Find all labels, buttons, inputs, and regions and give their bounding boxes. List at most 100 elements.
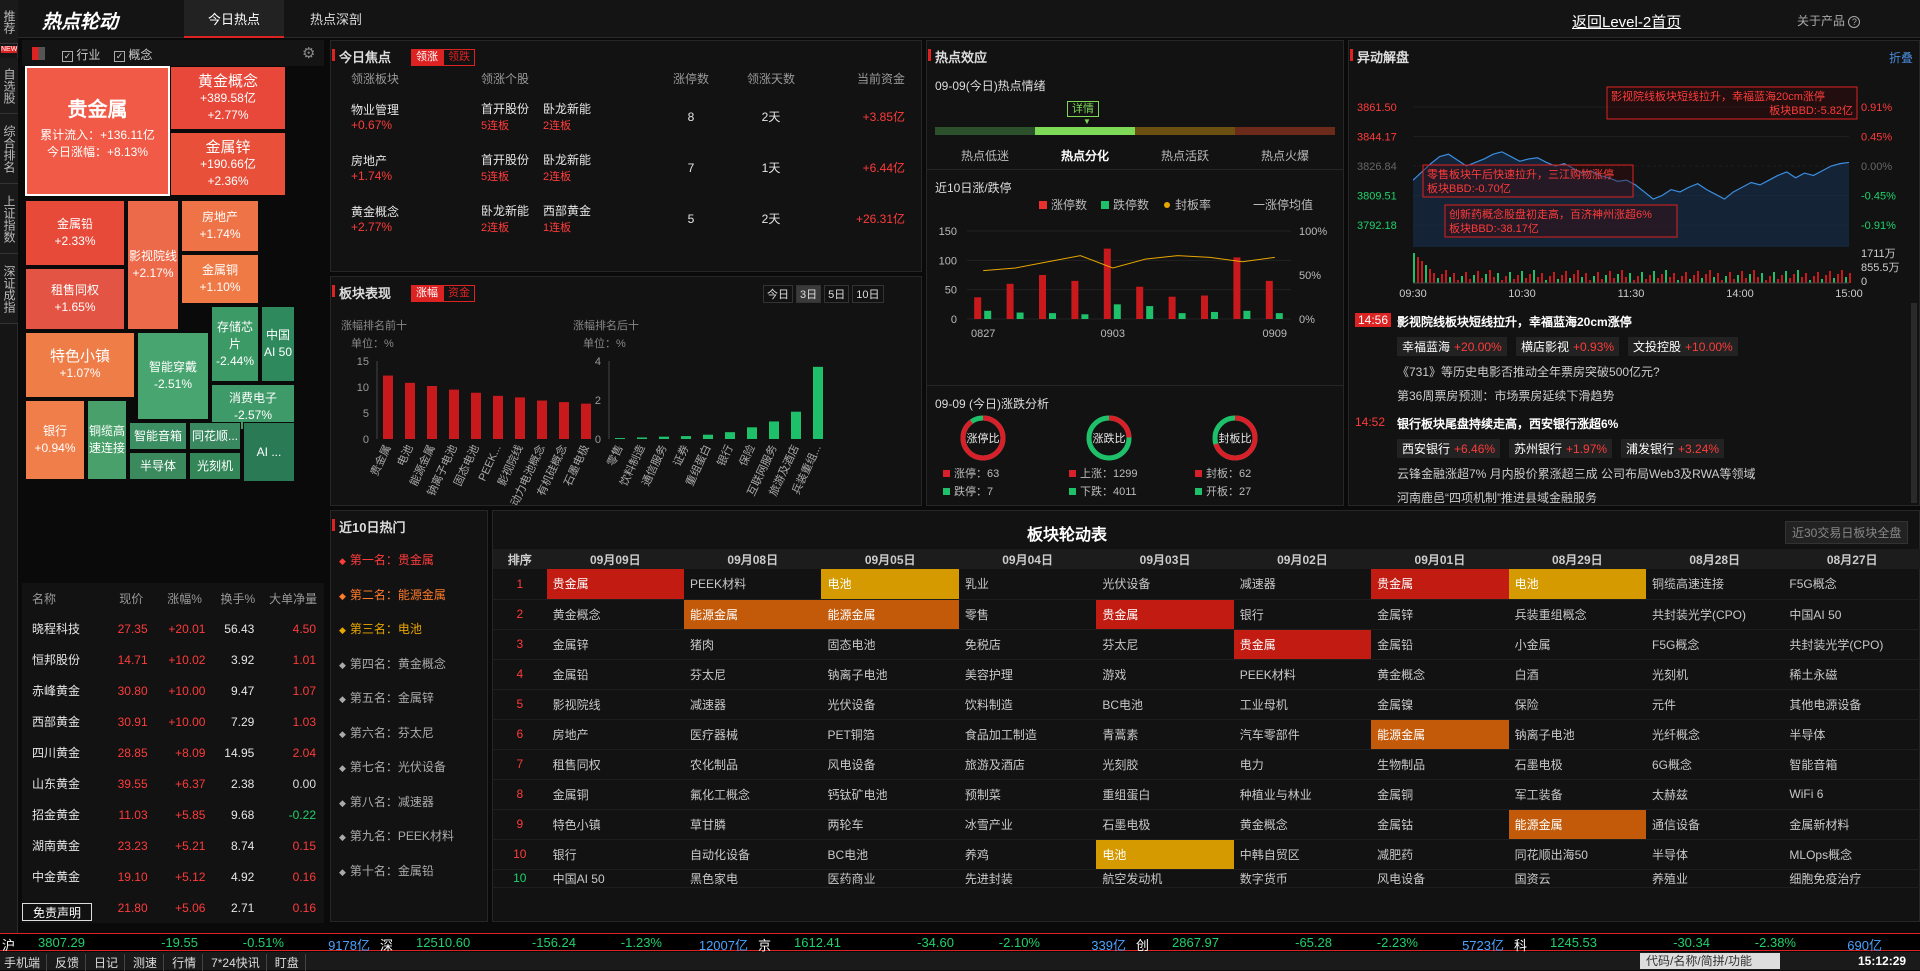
detail-button[interactable]: 详情 xyxy=(1067,101,1099,117)
news-stock-chip[interactable]: 苏州银行 +1.97% xyxy=(1509,439,1613,458)
left-bar[interactable] xyxy=(449,389,459,439)
rotation-cell[interactable]: 半导体 xyxy=(1783,719,1920,750)
rotation-cell[interactable]: 电池 xyxy=(1096,839,1234,870)
news-line[interactable]: 河南鹿邑“四项机制”推进县域金融服务 xyxy=(1397,489,1597,505)
limit-up-bar[interactable] xyxy=(1071,280,1079,319)
industry-checkbox[interactable]: ✓ 行业 xyxy=(62,46,100,63)
limit-up-bar[interactable] xyxy=(1233,257,1241,319)
left-bar[interactable] xyxy=(471,392,481,439)
rotation-cell[interactable]: 养殖业 xyxy=(1646,869,1784,888)
rotation-cell[interactable]: 氟化工概念 xyxy=(684,779,822,810)
rotation-cell[interactable]: 贵金属 xyxy=(1096,599,1234,630)
rotation-cell[interactable]: 农化制品 xyxy=(684,749,822,780)
rotation-cell[interactable]: 金属铜 xyxy=(1371,779,1509,810)
rotation-cell[interactable]: 免税店 xyxy=(958,629,1097,660)
ratio-ring[interactable]: 涨停比 涨停：63 跌停：7 xyxy=(943,411,1063,505)
limit-down-bar[interactable] xyxy=(1146,306,1154,319)
rotation-cell[interactable]: 航空发动机 xyxy=(1096,869,1234,888)
limit-down-bar[interactable] xyxy=(1275,313,1283,319)
rotation-30d-button[interactable]: 近30交易日板块全盘 xyxy=(1785,521,1909,544)
treemap-tile[interactable]: 黄金概念 +389.58亿 +2.77% xyxy=(170,66,286,130)
limit-down-bar[interactable] xyxy=(1049,313,1056,319)
left-bar[interactable] xyxy=(405,382,415,439)
treemap-tile[interactable]: 光刻机 xyxy=(189,452,241,480)
rotation-cell[interactable]: 光刻机 xyxy=(1646,659,1784,690)
treemap-tile[interactable]: 特色小镇 +1.07% xyxy=(25,332,135,398)
rotation-cell[interactable]: 生物制品 xyxy=(1371,749,1509,780)
stock-row[interactable]: 赤峰黄金 30.80 +10.00 9.47 1.07 xyxy=(22,675,324,706)
rotation-cell[interactable]: 金属锌 xyxy=(1371,599,1509,630)
news-stock-chip[interactable]: 横店影视 +0.93% xyxy=(1516,337,1620,356)
rotation-cell[interactable]: 工业母机 xyxy=(1233,689,1372,720)
hot10-item[interactable]: ◆ 第九名：PEEK材料 xyxy=(339,827,487,862)
rotation-cell[interactable]: 电力 xyxy=(1233,749,1372,780)
rotation-cell[interactable]: MLOps概念 xyxy=(1783,839,1920,870)
stock-row[interactable]: 湖南黄金 23.23 +5.21 8.74 0.15 xyxy=(22,830,324,861)
rotation-cell[interactable]: 电池 xyxy=(1508,569,1646,600)
hot10-item[interactable]: ◆ 第六名：芬太尼 xyxy=(339,724,487,759)
status-item[interactable]: 手机端 xyxy=(4,954,48,971)
focus-stock[interactable]: 卧龙新能 2连板 xyxy=(481,202,539,235)
rotation-cell[interactable]: 中韩自贸区 xyxy=(1233,839,1372,870)
tab-hot-deep[interactable]: 热点深剖 xyxy=(296,0,376,38)
stock-row[interactable]: 西部黄金 30.91 +10.00 7.29 1.03 xyxy=(22,706,324,737)
news-line[interactable]: 云锋金融涨超7% 月内股价累涨超三成 公司布局Web3及RWA等领域 xyxy=(1397,465,1755,482)
rotation-cell[interactable]: 草甘膦 xyxy=(684,809,822,840)
rotation-cell[interactable]: 数字货币 xyxy=(1233,869,1372,888)
rotation-cell[interactable]: 石墨电极 xyxy=(1096,809,1234,840)
rotation-cell[interactable]: 减肥药 xyxy=(1371,839,1509,870)
limit-up-bar[interactable] xyxy=(1039,275,1046,319)
tab-gain[interactable]: 涨幅 xyxy=(411,285,443,302)
rotation-cell[interactable]: 稀土永磁 xyxy=(1783,659,1920,690)
limit-up-bar[interactable] xyxy=(1265,280,1273,319)
rotation-cell[interactable]: 光伏设备 xyxy=(1096,569,1234,600)
rotation-cell[interactable]: 影视院线 xyxy=(546,689,685,720)
rotation-cell[interactable]: 种植业与林业 xyxy=(1233,779,1372,810)
left-bar[interactable] xyxy=(383,375,393,439)
sidetab-watchlist[interactable]: 自选股 xyxy=(0,58,18,114)
disclaimer-button[interactable]: 免责声明 xyxy=(22,903,92,921)
rotation-cell[interactable]: 6G概念 xyxy=(1646,749,1784,780)
focus-stock[interactable]: 卧龙新能 2连板 xyxy=(543,151,601,184)
limit-down-bar[interactable] xyxy=(1243,310,1251,319)
limit-down-bar[interactable] xyxy=(984,310,992,319)
sidetab-sh-index[interactable]: 上证指数 xyxy=(0,184,18,254)
treemap-tile[interactable]: AI ... xyxy=(243,422,295,482)
stock-row[interactable]: 中金黄金 19.10 +5.12 4.92 0.16 xyxy=(22,861,324,892)
right-bar[interactable] xyxy=(791,411,801,439)
rotation-cell[interactable]: 金属钴 xyxy=(1371,809,1509,840)
rotation-cell[interactable]: 金属铅 xyxy=(546,659,685,690)
left-bar[interactable] xyxy=(559,402,569,439)
news-line[interactable]: 第36周票房预测：市场票房延续下滑趋势 xyxy=(1397,387,1614,404)
rotation-cell[interactable]: 猪肉 xyxy=(684,629,822,660)
rotation-cell[interactable]: 细胞免疫治疗 xyxy=(1783,869,1920,888)
rotation-cell[interactable]: 电池 xyxy=(821,569,959,600)
treemap-tile[interactable]: 金属铜 +1.10% xyxy=(181,254,259,304)
right-bar[interactable] xyxy=(637,437,647,439)
focus-row[interactable]: 物业管理 +0.67% 首开股份 5连板 卧龙新能 2连板 8 2天 +3.85亿 xyxy=(341,91,913,142)
treemap-tile[interactable]: 半导体 xyxy=(129,452,187,480)
hot10-item[interactable]: ◆ 第十名：金属铅 xyxy=(339,862,487,897)
rotation-cell[interactable]: 医药商业 xyxy=(821,869,959,888)
limit-down-bar[interactable] xyxy=(1211,311,1218,319)
stock-row[interactable]: 恒邦股份 14.71 +10.02 3.92 1.01 xyxy=(22,644,324,675)
news-stock-chip[interactable]: 西安银行 +6.46% xyxy=(1397,439,1501,458)
rotation-cell[interactable]: 钠离子电池 xyxy=(1508,719,1646,750)
limit-down-bar[interactable] xyxy=(1081,314,1089,319)
rotation-cell[interactable]: 半导体 xyxy=(1646,839,1784,870)
rotation-cell[interactable]: 国资云 xyxy=(1508,869,1646,888)
rotation-cell[interactable]: 共封装光学(CPO) xyxy=(1646,599,1784,630)
tab-today-hot[interactable]: 今日热点 xyxy=(184,0,284,38)
treemap-tile[interactable]: 租售同权 +1.65% xyxy=(25,268,125,330)
status-item[interactable]: 盯盘 xyxy=(275,954,306,971)
news-title[interactable]: 银行板块尾盘持续走高，西安银行涨超6% xyxy=(1397,415,1618,432)
rotation-cell[interactable]: 能源金属 xyxy=(1371,719,1509,750)
sidetab-recommend[interactable]: 推荐 xyxy=(0,0,18,44)
rotation-cell[interactable]: 铜缆高速连接 xyxy=(1646,569,1784,600)
stock-row[interactable]: 晓程科技 27.35 +20.01 56.43 4.50 xyxy=(22,613,324,644)
focus-stock[interactable]: 卧龙新能 2连板 xyxy=(543,100,601,133)
rotation-cell[interactable]: 风电设备 xyxy=(1371,869,1509,888)
left-bar[interactable] xyxy=(427,385,437,439)
rotation-cell[interactable]: 贵金属 xyxy=(1371,569,1509,600)
search-box[interactable]: 代码/名称/简拼/功能 xyxy=(1640,953,1780,969)
